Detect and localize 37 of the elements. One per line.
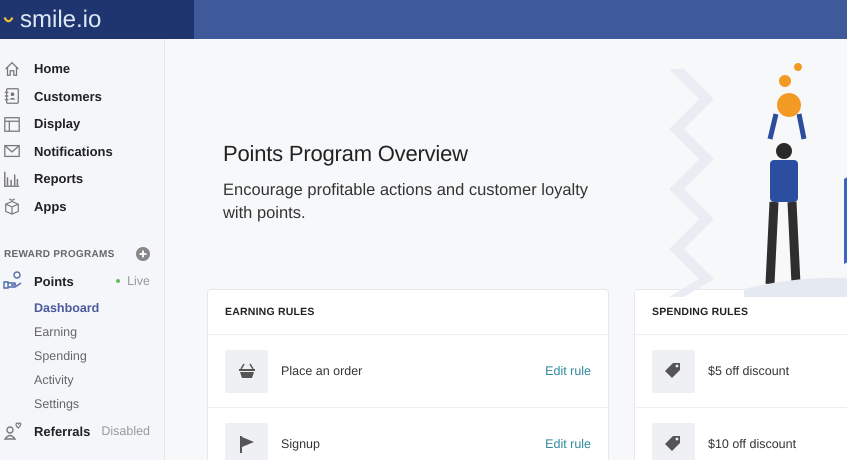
edit-rule-link[interactable]: Edit rule [545,364,592,378]
card-title: EARNING RULES [225,306,315,318]
layout-icon [3,114,21,133]
submenu-item[interactable]: Spending [0,344,164,368]
submenu-item[interactable]: Settings [0,392,164,416]
sidebar-item[interactable]: Home [0,55,164,82]
page-title: Points Program Overview [223,141,469,167]
submenu-item[interactable]: Activity [0,368,164,392]
sidebar-item[interactable]: Reports [0,165,164,192]
sidebar-item[interactable]: Customers [0,82,164,110]
edit-rule-link[interactable]: Edit rule [545,437,592,451]
rule-label: $10 off discount [708,437,798,451]
smile-icon [3,16,14,24]
submenu-item[interactable]: Earning [0,320,164,344]
rule-label: $5 off discount [708,364,790,378]
submenu-item[interactable]: Dashboard [0,296,164,320]
logo-text: smile.io [20,6,102,34]
program-item[interactable]: Points Live [0,266,164,296]
contact-book-icon [3,87,21,106]
person-heart-icon [3,421,23,441]
program-item[interactable]: Referrals Disabled [0,416,164,446]
bar-chart-icon [3,170,21,188]
home-icon [3,60,21,78]
card-title: SPENDING RULES [652,306,748,318]
status-label: Disabled [101,424,150,438]
hand-coin-icon [3,271,23,291]
status-label: Live [127,274,150,288]
sidebar-item[interactable]: Apps [0,192,164,220]
page-subtitle: Encourage profitable actions and customer loyalty with points. [223,180,590,224]
section-heading: REWARD PROGRAMS [4,248,115,260]
sidebar-item[interactable]: Notifications [0,138,164,165]
sidebar-item[interactable]: Display [0,110,164,138]
rule-label: Signup [281,437,321,451]
add-icon[interactable] [136,247,150,261]
box-icon [3,197,21,216]
basket-icon [236,361,257,381]
rule-label: Place an order [281,364,364,378]
